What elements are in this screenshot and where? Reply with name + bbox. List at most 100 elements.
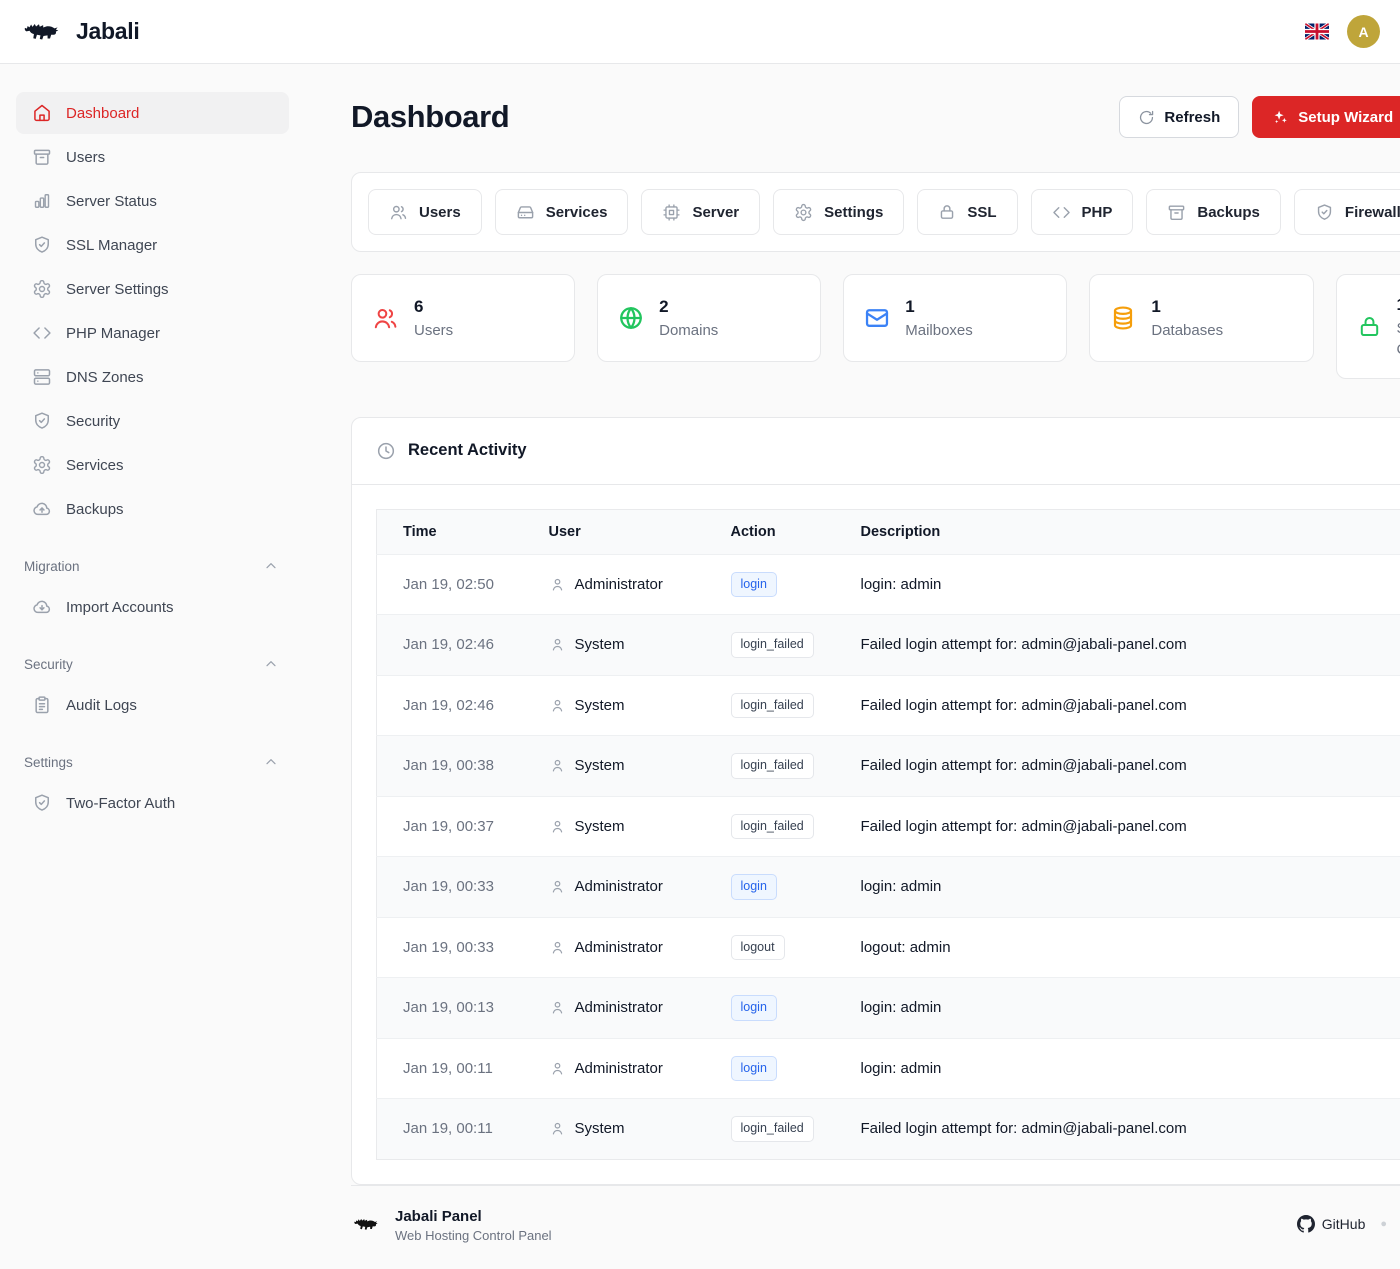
sidebar-item-ssl-manager[interactable]: SSL Manager (16, 224, 289, 266)
stat-value: 1 (1397, 293, 1400, 318)
cloud-upload-icon (32, 499, 52, 519)
activity-action: logout (715, 917, 845, 978)
sidebar-item-label: Server Settings (66, 281, 169, 298)
activity-description: Failed login attempt for: admin@jabali-p… (845, 615, 1400, 676)
users-icon (389, 203, 408, 222)
column-header-time: Time (377, 509, 533, 554)
database-icon (1110, 305, 1136, 331)
table-row: Jan 19, 00:11 Administrator login login:… (377, 1038, 1400, 1099)
sidebar-item-import-accounts[interactable]: Import Accounts (16, 586, 289, 628)
boar-logo-icon (20, 16, 66, 48)
person-icon (549, 757, 566, 774)
action-badge: login (731, 874, 777, 900)
activity-action: login (715, 554, 845, 615)
sidebar-item-label: PHP Manager (66, 325, 160, 342)
quick-link-services[interactable]: Services (495, 189, 629, 235)
table-row: Jan 19, 00:37 System login_failed Failed… (377, 796, 1400, 857)
stat-label: Mailboxes (905, 320, 973, 341)
quick-link-settings[interactable]: Settings (773, 189, 904, 235)
code-icon (32, 323, 52, 343)
activity-table-body: Jan 19, 02:50 Administrator login login:… (377, 554, 1400, 1159)
sidebar-item-users[interactable]: Users (16, 136, 289, 178)
page-title: Dashboard (351, 99, 509, 135)
sidebar-item-label: Services (66, 457, 124, 474)
activity-description: Failed login attempt for: admin@jabali-p… (845, 675, 1400, 736)
section-header-settings[interactable]: Settings (16, 754, 289, 782)
activity-time: Jan 19, 00:38 (377, 736, 533, 797)
person-icon (549, 878, 566, 895)
quick-links-bar: Users Services Server Settings SSL PHP (351, 172, 1400, 252)
sidebar-item-backups[interactable]: Backups (16, 488, 289, 530)
quick-link-ssl[interactable]: SSL (917, 189, 1017, 235)
activity-user: Administrator (533, 1038, 715, 1099)
avatar[interactable]: A (1347, 15, 1380, 48)
brand-name: Jabali (76, 18, 139, 45)
activity-description: login: admin (845, 857, 1400, 918)
action-badge: login_failed (731, 1116, 814, 1142)
stat-label: Domains (659, 320, 718, 341)
gear-icon (794, 203, 813, 222)
footer-subtitle: Web Hosting Control Panel (395, 1228, 552, 1243)
activity-user: System (533, 736, 715, 797)
sidebar-item-dashboard[interactable]: Dashboard (16, 92, 289, 134)
person-icon (549, 1120, 566, 1137)
person-icon (549, 576, 566, 593)
uk-flag-icon[interactable] (1305, 23, 1329, 40)
sidebar-item-two-factor-auth[interactable]: Two-Factor Auth (16, 782, 289, 824)
activity-time: Jan 19, 00:33 (377, 857, 533, 918)
activity-description: login: admin (845, 978, 1400, 1039)
stat-value: 2 (659, 295, 718, 320)
sidebar-item-server-settings[interactable]: Server Settings (16, 268, 289, 310)
quick-link-php[interactable]: PHP (1031, 189, 1134, 235)
activity-user: System (533, 675, 715, 736)
activity-description: Failed login attempt for: admin@jabali-p… (845, 796, 1400, 857)
activity-time: Jan 19, 02:46 (377, 615, 533, 676)
section-header-migration[interactable]: Migration (16, 558, 289, 586)
activity-action: login_failed (715, 675, 845, 736)
activity-table: Time User Action Description Jan 19, 02:… (376, 509, 1400, 1160)
sidebar-item-server-status[interactable]: Server Status (16, 180, 289, 222)
person-icon (549, 697, 566, 714)
action-badge: login_failed (731, 753, 814, 779)
server-stack-icon (32, 367, 52, 387)
table-row: Jan 19, 00:38 System login_failed Failed… (377, 736, 1400, 797)
sidebar-item-label: Import Accounts (66, 599, 174, 616)
users-icon (372, 305, 399, 332)
chevron-up-icon (263, 558, 279, 574)
section-header-security[interactable]: Security (16, 656, 289, 684)
activity-action: login (715, 978, 845, 1039)
clock-icon (376, 441, 396, 461)
github-link[interactable]: GitHub (1297, 1215, 1366, 1233)
sidebar-item-label: Users (66, 149, 105, 166)
action-badge: login (731, 572, 777, 598)
stat-card-ssl-certificates: 1 SSL Certificates (1336, 274, 1400, 379)
stat-value: 1 (1151, 295, 1223, 320)
stats-row: 6 Users 2 Domains 1 Mailboxes 1 Database… (351, 274, 1400, 379)
brand[interactable]: Jabali (20, 16, 139, 48)
sidebar-item-dns-zones[interactable]: DNS Zones (16, 356, 289, 398)
quick-link-firewall[interactable]: Firewall (1294, 189, 1400, 235)
top-bar: Jabali A (0, 0, 1400, 64)
table-row: Jan 19, 00:13 Administrator login login:… (377, 978, 1400, 1039)
refresh-button[interactable]: Refresh (1119, 96, 1239, 138)
activity-time: Jan 19, 00:11 (377, 1099, 533, 1160)
quick-link-backups[interactable]: Backups (1146, 189, 1281, 235)
sidebar-item-services[interactable]: Services (16, 444, 289, 486)
section-label: Settings (24, 755, 73, 770)
activity-time: Jan 19, 02:46 (377, 675, 533, 736)
sidebar-item-audit-logs[interactable]: Audit Logs (16, 684, 289, 726)
stat-card-mailboxes: 1 Mailboxes (843, 274, 1067, 362)
quick-link-server[interactable]: Server (641, 189, 760, 235)
activity-user: Administrator (533, 554, 715, 615)
quick-link-users[interactable]: Users (368, 189, 482, 235)
archive-box-icon (32, 147, 52, 167)
sidebar-item-php-manager[interactable]: PHP Manager (16, 312, 289, 354)
setup-wizard-button[interactable]: Setup Wizard (1252, 96, 1400, 138)
stat-label: Users (414, 320, 453, 341)
activity-time: Jan 19, 00:33 (377, 917, 533, 978)
activity-action: login_failed (715, 796, 845, 857)
activity-description: Failed login attempt for: admin@jabali-p… (845, 736, 1400, 797)
sidebar: Dashboard Users Server Status SSL Manage… (0, 64, 313, 1269)
recent-activity-title: Recent Activity (408, 441, 1400, 460)
sidebar-item-security[interactable]: Security (16, 400, 289, 442)
